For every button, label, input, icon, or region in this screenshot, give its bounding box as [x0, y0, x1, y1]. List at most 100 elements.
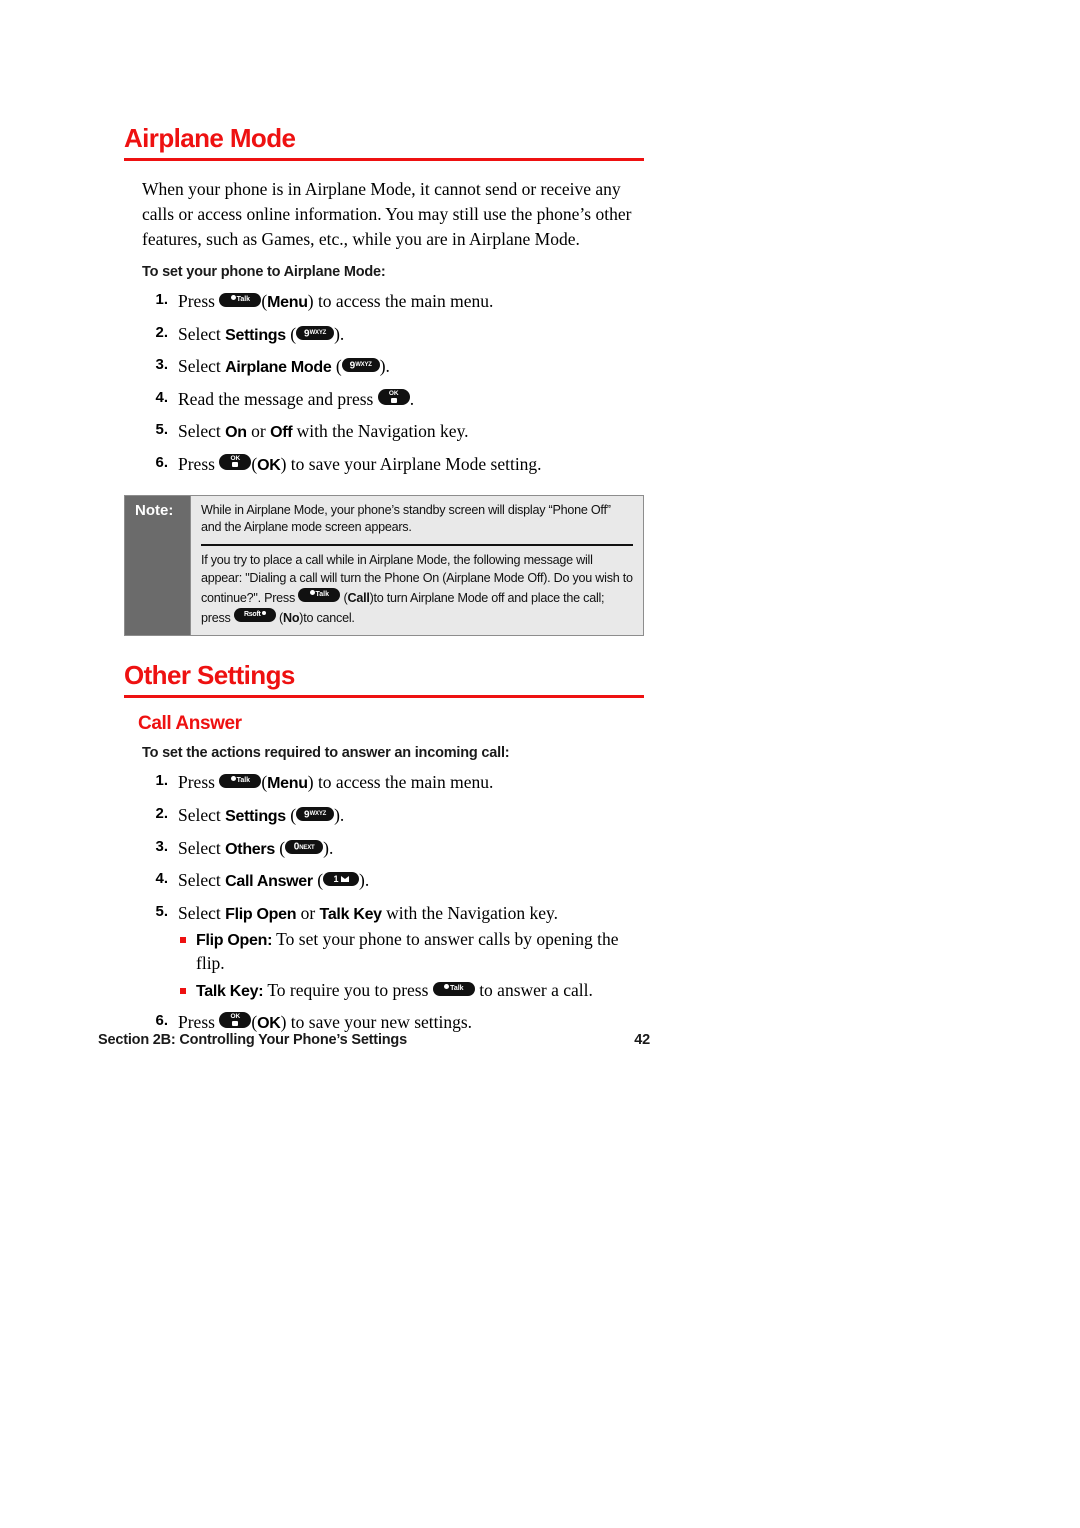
step-text: Select [178, 323, 221, 344]
step-text-tail: . [339, 323, 345, 344]
list-item: Flip Open: To set your phone to answer c… [178, 928, 644, 975]
key-letters: NEXT [299, 844, 315, 851]
step-text-tail: with the Navigation key. [386, 903, 559, 924]
step-text-tail: to access the main menu. [317, 290, 494, 311]
list-item: 1. Press Talk (Menu) to access the main me… [142, 771, 644, 795]
list-item: 1. Press Talk (Menu) to access the main me… [142, 290, 644, 314]
envelope-icon [340, 876, 349, 883]
option-talk-key: Talk Key [319, 906, 383, 924]
list-item: 2. Select Settings (9WXYZ). [142, 323, 644, 347]
talk-key-icon: Talk [298, 588, 341, 603]
page-footer: Section 2B: Controlling Your Phone’s Set… [98, 1032, 658, 1048]
list-item: 6. Press OK (OK) to save your Airplane Mod… [142, 453, 644, 477]
conjunction: or [300, 903, 316, 924]
paren-close: ) [280, 453, 287, 474]
talk-key-dot [309, 590, 315, 596]
option-on: On [225, 423, 247, 441]
soft-key-label: OK [257, 1015, 281, 1033]
talk-key-icon: Talk [219, 774, 262, 788]
step-text: Press [178, 1012, 215, 1033]
no-soft-key-label: No [283, 610, 300, 625]
list-item: 5. Select Flip Open or Talk Key with the … [142, 902, 644, 1002]
step-number: 2. [155, 804, 168, 822]
step-text: Select [178, 420, 221, 441]
talk-key-label: Talk [236, 777, 251, 784]
airplane-lead-in: To set your phone to Airplane Mode: [142, 263, 386, 280]
ok-key-label: OK [388, 390, 399, 398]
step-text-tail: . [364, 870, 370, 891]
subheading-call-answer: Call Answer [138, 713, 242, 735]
step-text-tail: to access the main menu. [317, 772, 494, 792]
bullet-term: Talk Key: [196, 982, 264, 1000]
ok-key-glyph [232, 462, 239, 468]
call-answer-lead-in: To set the actions required to answer an… [142, 745, 510, 761]
talk-key-icon: Talk [432, 981, 475, 996]
step-text-tail: to save your Airplane Mode setting. [290, 453, 542, 474]
menu-target-label: Call Answer [225, 873, 313, 891]
ok-key-label: OK [230, 454, 241, 462]
soft-key-label: Menu [267, 293, 308, 311]
bullet-text-tail: to answer a call. [479, 979, 593, 1000]
title-rule-other-settings [124, 695, 644, 699]
note-p2-text-c: to cancel. [303, 610, 355, 625]
title-rule-airplane [124, 158, 644, 162]
step-text: Select [178, 903, 221, 924]
keypad-1-envelope-icon: 1 [323, 872, 360, 887]
ok-key-glyph [390, 397, 397, 403]
ok-key-glyph [232, 1020, 239, 1026]
step-text: Select [178, 870, 221, 891]
option-off: Off [270, 423, 293, 441]
manual-page: Airplane Mode When your phone is in Airp… [0, 0, 1080, 1528]
menu-target-label: Airplane Mode [225, 359, 332, 377]
bullet-term: Flip Open: [196, 931, 273, 949]
keypad-9-wxyz-icon: 9WXYZ [341, 358, 380, 373]
menu-target-label: Settings [225, 807, 286, 825]
step-text: Select [178, 804, 221, 825]
step-number: 5. [155, 420, 168, 438]
note-paragraph-2: If you try to place a call while in Airp… [201, 553, 633, 625]
step-number: 1. [155, 772, 168, 789]
talk-key-dot [230, 776, 236, 781]
footer-section-label: Section 2B: Controlling Your Phone’s Set… [98, 1032, 407, 1048]
step-number: 4. [155, 870, 168, 888]
list-item: 4. Read the message and press OK. [142, 388, 644, 411]
keypad-9-wxyz-icon: 9WXYZ [296, 325, 335, 340]
footer-page-number: 42 [634, 1032, 650, 1048]
page-title-airplane-mode: Airplane Mode [124, 123, 296, 153]
talk-key-dot [230, 294, 236, 300]
step-text: Press [178, 453, 215, 474]
ok-key-icon: OK [219, 1012, 252, 1029]
paren-close: ) [280, 1012, 287, 1033]
step-number: 3. [155, 837, 168, 855]
list-item: 4. Select Call Answer (1). [142, 869, 644, 893]
step-text-tail: . [385, 356, 390, 377]
step-number: 4. [155, 389, 168, 407]
page-content: Airplane Mode When your phone is in Airp… [124, 123, 644, 1044]
list-item: 5. Select On or Off with the Navigation k… [142, 420, 644, 444]
list-item: 3. Select Airplane Mode (9WXYZ). [142, 355, 644, 379]
menu-target-label: Others [225, 840, 275, 858]
ok-key-label: OK [230, 1013, 241, 1021]
page-title-other-settings: Other Settings [124, 659, 295, 690]
call-answer-step-list: 1. Press Talk (Menu) to access the main me… [124, 771, 644, 1035]
key-letters: WXYZ [355, 362, 372, 369]
step-text-tail: with the Navigation key. [296, 420, 469, 441]
back-key-dot [261, 610, 266, 615]
step-number: 6. [155, 1012, 168, 1030]
list-item: Talk Key: To require you to press Talk t… [178, 979, 644, 1003]
note-label: Note: [125, 495, 191, 635]
talk-key-label: Talk [450, 984, 464, 992]
step-text: Read the message and press [178, 389, 374, 410]
conjunction: or [251, 420, 266, 441]
call-answer-bullets: Flip Open: To set your phone to answer c… [178, 928, 644, 1002]
airplane-intro-paragraph: When your phone is in Airplane Mode, it … [142, 179, 632, 249]
step-text: Press [178, 772, 215, 792]
menu-target-label: Settings [225, 326, 286, 344]
talk-key-label: Talk [236, 295, 251, 303]
step-number: 2. [155, 323, 168, 341]
key-digit: 1 [333, 874, 339, 885]
list-item: 2. Select Settings (9WXYZ). [142, 804, 644, 828]
paren-close: ) [307, 290, 314, 311]
key-letters: WXYZ [309, 329, 327, 336]
step-number: 5. [155, 903, 168, 921]
